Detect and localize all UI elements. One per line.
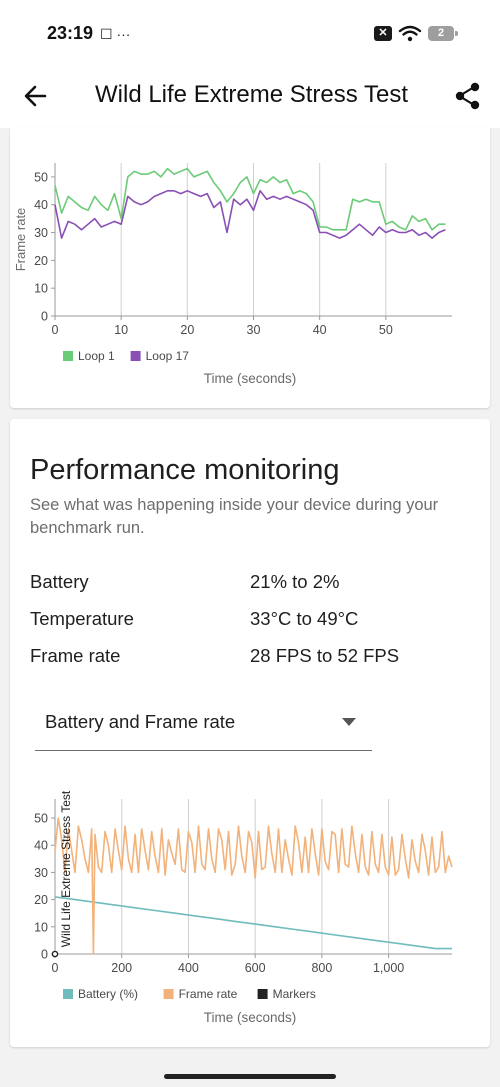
y-tick-label: 50 — [34, 170, 48, 184]
x-tick-label: 0 — [52, 961, 59, 975]
legend-label: Markers — [273, 987, 316, 1001]
y-tick-label: 30 — [34, 226, 48, 240]
performance-monitoring-card: Performance monitoring See what was happ… — [10, 419, 490, 1047]
y-tick-label: 50 — [34, 812, 48, 826]
legend-swatch — [257, 989, 268, 999]
y-tick-label: 40 — [34, 198, 48, 212]
metric-label: Frame rate — [30, 645, 121, 666]
share-button[interactable] — [450, 78, 486, 114]
x-tick-label: 1,000 — [373, 961, 404, 975]
frame-rate-chart-card: 0 10 20 30 40 50 0 10 20 30 40 50 Frame rate Loop 1 Lo… — [10, 128, 490, 408]
x-tick-label: 40 — [313, 323, 327, 337]
legend-item[interactable]: Loop 1 — [63, 349, 115, 363]
notification-icons: ☐ ··· — [100, 26, 131, 42]
sim-off-icon: ✕ — [374, 25, 392, 41]
legend-item[interactable]: Frame rate — [163, 987, 238, 1001]
dropdown-arrow-icon — [342, 718, 356, 726]
x-axis-label: Time (seconds) — [204, 1010, 297, 1025]
y-tick-label: 0 — [41, 948, 48, 962]
chart-type-dropdown[interactable]: Battery and Frame rate — [35, 702, 372, 751]
legend-swatch — [63, 351, 73, 361]
x-tick-label: 600 — [245, 961, 266, 975]
y-tick-label: 40 — [34, 839, 48, 853]
x-axis-label: Time (seconds) — [204, 371, 297, 386]
legend-swatch — [130, 351, 141, 361]
section-title: Performance monitoring — [30, 454, 340, 486]
x-tick-label: 200 — [111, 961, 132, 975]
frame-rate-comparison-chart: 0 10 20 30 40 50 0 10 20 30 40 50 Frame rate Loop 1 Lo… — [13, 163, 452, 386]
legend-swatch — [63, 989, 73, 999]
share-icon — [455, 82, 480, 110]
battery-frame-rate-chart: 0 200 400 600 800 1,000 0 10 20 30 40 50 Wild Life E… — [34, 790, 453, 1025]
x-tick-label: 400 — [178, 961, 199, 975]
series-line-frame-rate — [54, 817, 453, 955]
x-tick-label: 0 — [52, 323, 59, 337]
wifi-icon — [398, 25, 422, 42]
chart-title: Wild Life Extreme Stress Test — [59, 790, 73, 947]
x-tick-label: 10 — [114, 323, 128, 337]
metric-value: 21% to 2% — [250, 571, 340, 592]
x-tick-label: 50 — [379, 323, 393, 337]
legend-label: Loop 1 — [78, 349, 115, 363]
y-tick-label: 10 — [34, 282, 48, 296]
metric-value: 28 FPS to 52 FPS — [250, 645, 400, 666]
back-button[interactable] — [18, 78, 54, 114]
status-right-icons: ✕ 2 — [374, 24, 458, 42]
metric-row-battery: Battery 21% to 2% — [30, 571, 470, 597]
y-tick-label: 20 — [34, 893, 48, 907]
battery-icon: 2 — [428, 25, 458, 41]
status-time: 23:19 — [47, 23, 94, 43]
series-line-battery — [54, 896, 452, 950]
marker-point — [51, 950, 59, 958]
y-tick-label: 20 — [34, 254, 48, 268]
legend-label: Loop 17 — [146, 349, 190, 363]
legend-item[interactable]: Battery (%) — [63, 987, 138, 1001]
metric-value: 33°C to 49°C — [250, 608, 359, 629]
y-axis-label: Frame rate — [13, 208, 28, 272]
x-tick-label: 20 — [180, 323, 194, 337]
legend-item[interactable]: Markers — [257, 987, 316, 1001]
arrow-left-icon — [24, 85, 47, 107]
dropdown-selected-value: Battery and Frame rate — [45, 711, 236, 732]
y-tick-label: 10 — [34, 920, 48, 934]
metric-label: Temperature — [30, 608, 134, 629]
legend-item[interactable]: Loop 17 — [130, 349, 190, 363]
app-bar: Wild Life Extreme Stress Test — [0, 66, 500, 128]
y-tick-label: 0 — [41, 310, 48, 324]
series-line-loop-1 — [54, 167, 446, 231]
legend-swatch — [163, 989, 174, 999]
home-indicator[interactable] — [164, 1074, 336, 1079]
metric-row-frame-rate: Frame rate 28 FPS to 52 FPS — [30, 645, 470, 671]
y-tick-label: 30 — [34, 866, 48, 880]
metric-row-temperature: Temperature 33°C to 49°C — [30, 608, 470, 634]
legend-label: Battery (%) — [78, 987, 138, 1001]
legend-label: Frame rate — [179, 987, 238, 1001]
section-description: See what was happening inside your devic… — [30, 496, 439, 537]
x-tick-label: 30 — [247, 323, 261, 337]
status-bar: 23:19 ☐ ··· ✕ 2 — [0, 0, 500, 66]
x-tick-label: 800 — [311, 961, 332, 975]
page-title: Wild Life Extreme Stress Test — [95, 81, 408, 108]
metric-label: Battery — [30, 571, 89, 592]
